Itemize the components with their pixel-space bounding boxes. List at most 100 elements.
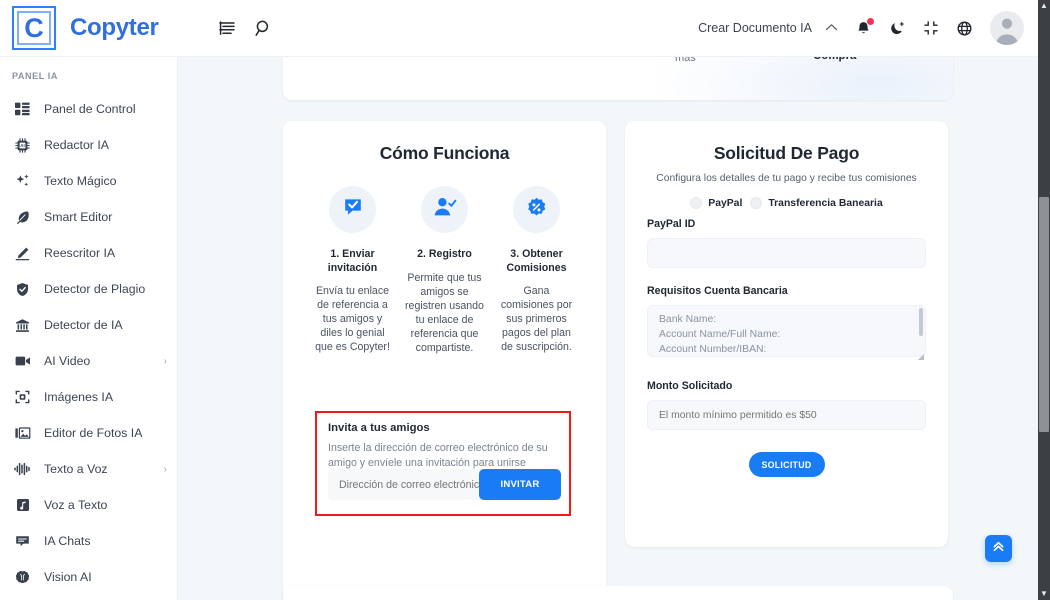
- scrollbar-thumb[interactable]: [1039, 197, 1049, 432]
- sidebar-item-detector-de-plagio[interactable]: Detector de Plagio: [0, 271, 177, 307]
- sidebar-item-reescritor-ia[interactable]: Reescritor IA: [0, 235, 177, 271]
- avatar[interactable]: [990, 11, 1024, 45]
- partial-card-top: mas Compra: [283, 57, 953, 100]
- amount-input[interactable]: [647, 400, 926, 430]
- sidebar-item-label: Voz a Texto: [44, 498, 108, 512]
- app-root: C Copyter Crear Documento IA PANEL IA Pa…: [0, 0, 1050, 600]
- step-item: 1. Enviar invitación Envía tu enlace de …: [313, 186, 393, 355]
- percent-badge-icon: [526, 197, 547, 223]
- logo-letter: C: [24, 12, 44, 43]
- payment-method-bank-transfer[interactable]: Transferencia Banearia: [750, 197, 883, 209]
- sidebar-item-label: Reescritor IA: [44, 246, 116, 260]
- payment-title: Solicitud De Pago: [713, 143, 860, 163]
- sidebar-item-label: Vision AI: [44, 570, 92, 584]
- sidebar-item-ia-chats[interactable]: IA Chats: [0, 523, 177, 559]
- window-scrollbar[interactable]: ▲ ▼: [1038, 0, 1050, 600]
- textarea-scrollbar[interactable]: [919, 308, 923, 336]
- payment-method-label: PayPal: [708, 197, 743, 209]
- globe-icon[interactable]: [956, 20, 973, 37]
- step-icon-circle: [329, 186, 376, 233]
- invite-submit-button[interactable]: INVITAR: [479, 469, 561, 500]
- sidebar-item-label: Panel de Control: [44, 102, 136, 116]
- scrollbar-up-arrow[interactable]: ▲: [1038, 0, 1050, 12]
- how-it-works-steps: 1. Enviar invitación Envía tu enlace de …: [299, 186, 590, 355]
- bell-icon[interactable]: [855, 17, 874, 37]
- brand-logo[interactable]: C Copyter: [0, 6, 210, 50]
- bank-requirements-label: Requisitos Cuenta Bancaria: [647, 285, 788, 297]
- sidebar-item-ai-video[interactable]: AI Video ›: [0, 343, 177, 379]
- step-title: 1. Enviar invitación: [327, 248, 378, 274]
- sidebar-item-label: Editor de Fotos IA: [44, 426, 143, 440]
- step-description: Gana comisiones por sus primeros pagos d…: [500, 285, 573, 354]
- sidebar-item-label: Smart Editor: [44, 210, 113, 224]
- moon-icon[interactable]: [889, 20, 906, 37]
- sidebar-item-smart-editor[interactable]: Smart Editor: [0, 199, 177, 235]
- list-menu-icon[interactable]: [218, 19, 236, 37]
- sidebar-item-imagenes-ia[interactable]: Imágenes IA: [0, 379, 177, 415]
- video-camera-icon: [13, 352, 32, 371]
- sidebar-item-voz-a-texto[interactable]: Voz a Texto: [0, 487, 177, 523]
- step-item: 3. Obtener Comisiones Gana comisiones po…: [497, 186, 577, 355]
- sidebar-section-label: PANEL IA: [12, 71, 58, 81]
- search-icon[interactable]: [254, 19, 273, 38]
- sidebar-item-panel-de-control[interactable]: Panel de Control: [0, 91, 177, 127]
- step-description: Permite que tus amigos se registren usan…: [405, 271, 484, 354]
- scrollbar-down-arrow[interactable]: ▼: [1038, 588, 1050, 600]
- textarea-resize-handle[interactable]: ◢: [917, 353, 924, 361]
- invite-form-row: INVITAR: [328, 469, 561, 500]
- chat-icon: [13, 532, 32, 551]
- sidebar-item-vision-ai[interactable]: Vision AI: [0, 559, 177, 595]
- brand-name: Copyter: [70, 14, 159, 41]
- chat-check-icon: [342, 196, 364, 223]
- chevron-up-icon[interactable]: [825, 21, 838, 35]
- sidebar-item-label: Imágenes IA: [44, 390, 114, 404]
- step-title: 3. Obtener Comisiones: [506, 248, 567, 274]
- chevron-right-icon: ›: [163, 355, 167, 367]
- chip-ai-icon: AI: [13, 136, 32, 155]
- payment-submit-button[interactable]: SOLICITUD: [748, 452, 825, 477]
- partial-card-bottom: [283, 586, 953, 600]
- waveform-icon: [13, 460, 32, 479]
- how-it-works-card: Cómo Funciona 1. Enviar invitación Envía…: [283, 121, 606, 600]
- sidebar-item-label: Texto Mágico: [44, 174, 117, 188]
- svg-text:AI: AI: [20, 143, 24, 148]
- radio-icon[interactable]: [750, 197, 763, 209]
- music-note-icon: [13, 496, 32, 515]
- scroll-to-top-button[interactable]: [985, 535, 1012, 562]
- brain-icon: [13, 568, 32, 587]
- feather-icon: [13, 208, 32, 227]
- sidebar-item-texto-a-voz[interactable]: Texto a Voz ›: [0, 451, 177, 487]
- shield-check-icon: [13, 280, 32, 299]
- radio-icon[interactable]: [690, 197, 703, 209]
- sidebar-item-label: Detector de Plagio: [44, 282, 146, 296]
- payment-subtitle: Configura los detalles de tu pago y reci…: [656, 173, 917, 184]
- sidebar-item-editor-de-fotos-ia[interactable]: Editor de Fotos IA: [0, 415, 177, 451]
- step-item: 2. Registro Permite que tus amigos se re…: [405, 186, 485, 355]
- paypal-id-input[interactable]: [647, 238, 926, 268]
- create-document-label[interactable]: Crear Documento IA: [698, 21, 812, 35]
- sidebar: PANEL IA Panel de Control AI Redactor IA…: [0, 57, 178, 600]
- invite-title: Invita a tus amigos: [328, 422, 430, 434]
- top-fragment-right: Compra: [813, 57, 856, 62]
- invite-email-input[interactable]: [328, 469, 479, 500]
- top-header: C Copyter Crear Documento IA: [0, 0, 1038, 57]
- payment-method-group: PayPal Transferencia Banearia: [647, 197, 926, 209]
- compress-icon[interactable]: [923, 20, 939, 36]
- invite-friends-box: Invita a tus amigos Inserte la dirección…: [315, 411, 571, 516]
- step-icon-circle: [513, 186, 560, 233]
- double-chevron-up-icon: [991, 539, 1006, 559]
- step-description: Envía tu enlace de referencia a tus amig…: [315, 285, 390, 354]
- sidebar-item-label: Detector de IA: [44, 318, 123, 332]
- user-check-icon: [433, 196, 457, 223]
- payment-request-card: Solicitud De Pago Configura los detalles…: [625, 121, 948, 547]
- paypal-id-label: PayPal ID: [647, 218, 696, 230]
- how-it-works-title: Cómo Funciona: [379, 143, 510, 163]
- sidebar-item-redactor-ia[interactable]: AI Redactor IA: [0, 127, 177, 163]
- sidebar-item-label: Redactor IA: [44, 138, 109, 152]
- sidebar-item-texto-magico[interactable]: Texto Mágico: [0, 163, 177, 199]
- pencil-icon: [13, 244, 32, 263]
- bank-requirements-wrapper: Bank Name: Account Name/Full Name: Accou…: [647, 297, 926, 362]
- sidebar-item-detector-de-ia[interactable]: Detector de IA: [0, 307, 177, 343]
- payment-method-paypal[interactable]: PayPal: [690, 197, 742, 209]
- bank-requirements-textarea[interactable]: Bank Name: Account Name/Full Name: Accou…: [647, 305, 926, 357]
